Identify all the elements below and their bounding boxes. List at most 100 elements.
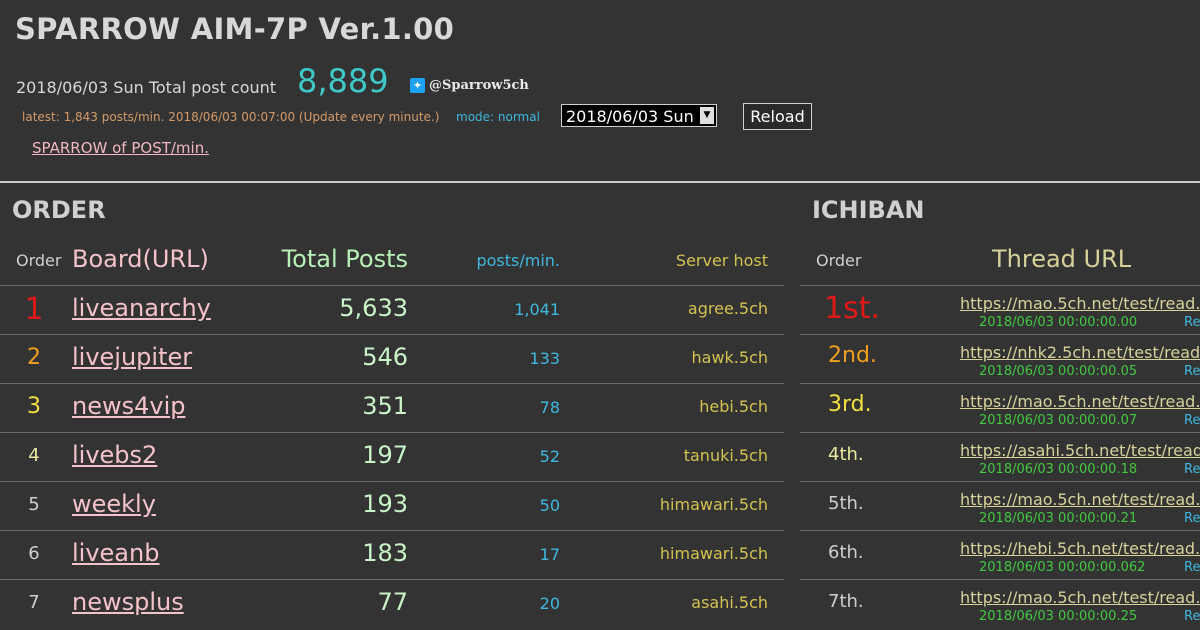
posts-per-min: 20 (539, 594, 560, 613)
ichiban-rank: 7th. (828, 591, 864, 612)
table-row: 2nd. https://nhk2.5ch.net/test/read 2018… (800, 334, 1200, 383)
server-host: himawari.5ch (659, 495, 768, 514)
rank-number: 5 (28, 494, 40, 515)
post-timestamp: 2018/06/03 00:00:00.21 (979, 511, 1138, 526)
app-title: SPARROW AIM-7P Ver.1.00 (15, 12, 455, 46)
post-timestamp: 2018/06/03 00:00:00.062 (979, 560, 1146, 575)
table-row: 3 news4vip 351 78 hebi.5ch (0, 383, 784, 432)
postmin-link[interactable]: SPARROW of POST/min. (32, 139, 209, 157)
twitter-handle: @Sparrow5ch (429, 78, 529, 93)
thread-url-link[interactable]: https://mao.5ch.net/test/read. (960, 294, 1200, 313)
table-row: 7 newsplus 77 20 asahi.5ch (0, 579, 784, 628)
total-posts: 546 (362, 343, 408, 371)
posts-per-min: 52 (539, 447, 560, 466)
re-link[interactable]: Re (1184, 511, 1200, 526)
rank-number: 4 (28, 445, 40, 466)
thread-url-link[interactable]: https://mao.5ch.net/test/read. (960, 490, 1200, 509)
total-posts: 5,633 (339, 294, 408, 322)
post-timestamp: 2018/06/03 00:00:00.18 (979, 462, 1138, 477)
table-row: 4 livebs2 197 52 tanuki.5ch (0, 432, 784, 481)
total-post-count: 8,889 (297, 62, 389, 100)
ichiban-rank: 3rd. (828, 392, 872, 417)
latest-status: latest: 1,843 posts/min. 2018/06/03 00:0… (22, 110, 440, 124)
server-host: agree.5ch (687, 299, 768, 318)
table-row: 3rd. https://mao.5ch.net/test/read. 2018… (800, 383, 1200, 432)
post-timestamp: 2018/06/03 00:00:00.00 (979, 315, 1138, 330)
col-header-order: Order (16, 251, 62, 270)
re-link[interactable]: Re (1184, 560, 1200, 575)
table-row: 7th. https://mao.5ch.net/test/read. 2018… (800, 579, 1200, 628)
server-host: hebi.5ch (699, 397, 768, 416)
rank-number: 1 (24, 292, 44, 327)
total-posts: 197 (362, 441, 408, 469)
thread-url-link[interactable]: https://mao.5ch.net/test/read. (960, 392, 1200, 411)
board-link[interactable]: liveanarchy (72, 294, 211, 322)
reload-button[interactable]: Reload (743, 103, 812, 130)
server-host: hawk.5ch (691, 348, 769, 367)
table-row: 2 livejupiter 546 133 hawk.5ch (0, 334, 784, 383)
board-link[interactable]: livebs2 (72, 441, 157, 469)
order-section-title: ORDER (12, 196, 106, 224)
chevron-down-icon[interactable]: ▼ (700, 107, 714, 124)
table-row: 6 liveanb 183 17 himawari.5ch (0, 530, 784, 579)
rank-number: 7 (28, 592, 40, 613)
re-link[interactable]: Re (1184, 315, 1200, 330)
table-row: 1st. https://mao.5ch.net/test/read. 2018… (800, 285, 1200, 334)
rank-number: 6 (28, 543, 40, 564)
ichiban-table: 1st. https://mao.5ch.net/test/read. 2018… (800, 285, 1200, 628)
date-total-label: 2018/06/03 Sun Total post count (16, 78, 277, 97)
ichiban-rank: 4th. (828, 444, 864, 465)
col-header-board: Board(URL) (72, 245, 209, 273)
board-link[interactable]: liveanb (72, 539, 159, 567)
board-link[interactable]: weekly (72, 490, 156, 518)
posts-per-min: 1,041 (514, 300, 560, 319)
re-link[interactable]: Re (1184, 462, 1200, 477)
rank-number: 2 (27, 345, 41, 370)
thread-url-link[interactable]: https://mao.5ch.net/test/read. (960, 588, 1200, 607)
col-header-ppm: posts/min. (476, 251, 560, 270)
total-posts: 193 (362, 490, 408, 518)
rank-number: 3 (27, 394, 41, 419)
col-header-total: Total Posts (281, 245, 408, 273)
table-row: 1 liveanarchy 5,633 1,041 agree.5ch (0, 285, 784, 334)
twitter-link[interactable]: ✦ @Sparrow5ch (410, 78, 529, 93)
posts-per-min: 50 (539, 496, 560, 515)
post-timestamp: 2018/06/03 00:00:00.25 (979, 609, 1138, 624)
ichiban-rank: 6th. (828, 542, 864, 563)
ichiban-rank: 2nd. (828, 343, 877, 368)
twitter-icon: ✦ (410, 78, 425, 93)
server-host: asahi.5ch (691, 593, 768, 612)
posts-per-min: 78 (539, 398, 560, 417)
post-timestamp: 2018/06/03 00:00:00.05 (979, 364, 1138, 379)
date-select[interactable]: 2018/06/03 Sun ▼ (561, 104, 717, 127)
posts-per-min: 133 (529, 349, 560, 368)
ichiban-rank: 5th. (828, 493, 864, 514)
table-row: 4th. https://asahi.5ch.net/test/read 201… (800, 432, 1200, 481)
thread-url-link[interactable]: https://nhk2.5ch.net/test/read (960, 343, 1200, 362)
board-link[interactable]: livejupiter (72, 343, 192, 371)
ichiban-section-title: ICHIBAN (812, 196, 925, 224)
thread-url-link[interactable]: https://asahi.5ch.net/test/read (960, 441, 1200, 460)
col-header-thread-url: Thread URL (992, 245, 1132, 273)
ichiban-rank: 1st. (824, 291, 881, 326)
total-posts: 183 (362, 539, 408, 567)
board-link[interactable]: news4vip (72, 392, 185, 420)
posts-per-min: 17 (539, 545, 560, 564)
table-row: 6th. https://hebi.5ch.net/test/read. 201… (800, 530, 1200, 579)
table-row: 5 weekly 193 50 himawari.5ch (0, 481, 784, 530)
thread-url-link[interactable]: https://hebi.5ch.net/test/read. (960, 539, 1200, 558)
server-host: tanuki.5ch (683, 446, 768, 465)
server-host: himawari.5ch (659, 544, 768, 563)
board-link[interactable]: newsplus (72, 588, 184, 616)
mode-indicator[interactable]: mode: normal (456, 110, 540, 124)
total-posts: 351 (362, 392, 408, 420)
order-table: 1 liveanarchy 5,633 1,041 agree.5ch 2 li… (0, 285, 784, 628)
total-posts: 77 (377, 588, 408, 616)
re-link[interactable]: Re (1184, 413, 1200, 428)
re-link[interactable]: Re (1184, 364, 1200, 379)
table-row: 5th. https://mao.5ch.net/test/read. 2018… (800, 481, 1200, 530)
col-header-ichiban-order: Order (816, 251, 862, 270)
date-select-value: 2018/06/03 Sun (566, 107, 694, 126)
re-link[interactable]: Re (1184, 609, 1200, 624)
header-divider (0, 181, 1200, 183)
